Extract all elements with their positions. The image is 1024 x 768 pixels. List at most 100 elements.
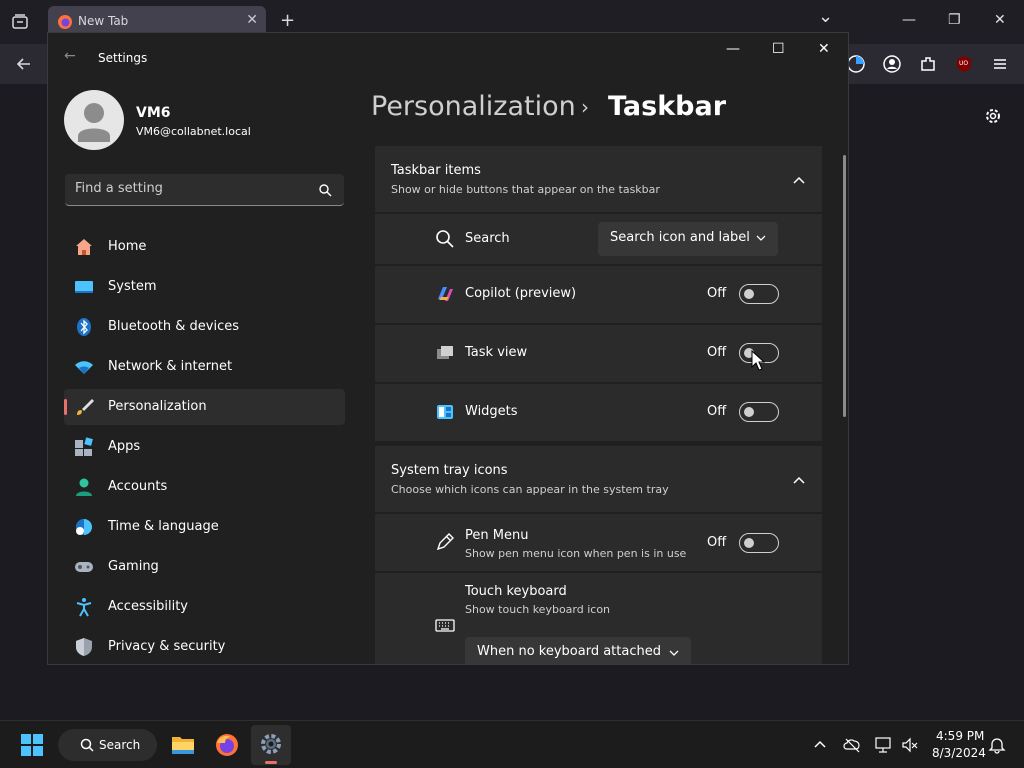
user-name: VM6 — [136, 105, 171, 121]
pen-menu-toggle[interactable] — [739, 533, 779, 553]
search-mode-dropdown[interactable]: Search icon and label — [598, 222, 778, 256]
nav-item-accessibility[interactable]: Accessibility — [64, 589, 345, 625]
firefox-icon — [58, 15, 72, 29]
toggle-knob — [744, 538, 754, 548]
nav-label: Time & language — [108, 519, 219, 534]
search-icon — [436, 230, 454, 248]
row-label: Task view — [465, 345, 528, 360]
browser-maximize-button[interactable]: ❐ — [948, 12, 961, 28]
wifi-icon — [75, 361, 93, 374]
clock-date[interactable]: 8/3/2024 — [932, 746, 986, 760]
apps-icon — [75, 437, 93, 456]
dropdown-value: When no keyboard attached — [477, 644, 661, 659]
toggle-state-label: Off — [707, 535, 727, 550]
row-sublabel: Show pen menu icon when pen is in use — [465, 547, 687, 560]
chevron-up-icon — [793, 176, 805, 184]
nav-label: System — [108, 279, 157, 294]
nav-label: Accounts — [108, 479, 168, 494]
clock-time[interactable]: 4:59 PM — [936, 729, 984, 743]
color-circle-icon[interactable] — [846, 54, 866, 74]
taskbar-app-settings[interactable] — [251, 725, 291, 765]
gear-icon[interactable] — [984, 107, 1002, 125]
windows-start-icon[interactable] — [20, 733, 44, 757]
toggle-state-label: Off — [707, 345, 727, 360]
file-explorer-icon — [172, 737, 194, 754]
taskbar-search-button[interactable]: Search — [58, 729, 157, 761]
menu-icon[interactable] — [990, 54, 1010, 74]
nav-label: Bluetooth & devices — [108, 319, 239, 334]
nav-item-accounts[interactable]: Accounts — [64, 469, 345, 505]
search-row: Search Search icon and label — [375, 214, 822, 264]
section-title: Taskbar items — [391, 163, 481, 178]
toggle-knob — [744, 407, 754, 417]
bluetooth-icon — [77, 318, 91, 336]
nav-item-home[interactable]: Home — [64, 229, 345, 265]
list-all-tabs-button[interactable]: ⌄ — [818, 6, 833, 27]
nav-item-personalization[interactable]: Personalization — [64, 389, 345, 425]
system-tray-header[interactable]: System tray icons Choose which icons can… — [375, 446, 822, 512]
nav-label: Home — [108, 239, 147, 254]
row-label: Copilot (preview) — [465, 286, 577, 301]
settings-close-button[interactable]: ✕ — [818, 41, 830, 57]
nav-label: Apps — [108, 439, 141, 454]
breadcrumb-parent[interactable]: Personalization — [371, 91, 576, 122]
tabs-icon[interactable] — [11, 13, 29, 31]
brush-icon — [77, 399, 94, 415]
settings-minimize-button[interactable]: — — [726, 41, 740, 57]
pen-menu-row: Pen Menu Show pen menu icon when pen is … — [375, 514, 822, 571]
taskbar-search-label: Search — [99, 738, 141, 752]
ublock-icon[interactable]: UO — [954, 54, 974, 74]
browser-close-button[interactable]: ✕ — [994, 12, 1006, 28]
row-sublabel: Show touch keyboard icon — [465, 603, 611, 616]
settings-search-box[interactable] — [65, 174, 344, 206]
widgets-toggle[interactable] — [739, 402, 779, 422]
nav-label: Personalization — [108, 399, 207, 414]
browser-minimize-button[interactable]: — — [902, 12, 916, 28]
account-icon[interactable] — [882, 54, 902, 74]
windows-taskbar: Search 4:59 PM 8/3/2024 — [0, 720, 1024, 768]
new-tab-button[interactable]: + — [280, 10, 295, 31]
volume-muted-icon[interactable] — [901, 736, 919, 754]
taskbar-items-header[interactable]: Taskbar items Show or hide buttons that … — [375, 146, 822, 212]
system-icon — [75, 281, 93, 293]
nav-item-gaming[interactable]: Gaming — [64, 549, 345, 585]
row-label: Pen Menu — [465, 528, 529, 543]
settings-search-input[interactable] — [75, 181, 305, 196]
back-icon[interactable] — [14, 54, 34, 74]
tab-close-icon[interactable]: ✕ — [246, 12, 258, 28]
nav-item-privacy[interactable]: Privacy & security — [64, 629, 345, 664]
toggle-state-label: Off — [707, 286, 727, 301]
nav-item-time-language[interactable]: Time & language — [64, 509, 345, 545]
chevron-down-icon — [756, 235, 766, 241]
nav-item-network[interactable]: Network & internet — [64, 349, 345, 385]
settings-maximize-button[interactable]: ☐ — [772, 41, 785, 57]
settings-window-title: Settings — [98, 51, 148, 65]
touch-keyboard-dropdown[interactable]: When no keyboard attached — [465, 637, 691, 664]
task-view-icon — [437, 346, 453, 359]
avatar[interactable] — [64, 90, 124, 150]
settings-back-button[interactable]: ← — [64, 48, 76, 64]
copilot-row: Copilot (preview) Off — [375, 266, 822, 323]
keyboard-icon — [435, 619, 455, 632]
onedrive-offline-icon[interactable] — [843, 736, 861, 754]
chevron-down-icon — [669, 650, 679, 656]
settings-scrollbar[interactable] — [843, 155, 846, 417]
mouse-cursor-icon — [751, 350, 765, 371]
notification-bell-icon[interactable] — [988, 736, 1006, 754]
row-label: Touch keyboard — [465, 584, 567, 599]
nav-label: Accessibility — [108, 599, 188, 614]
nav-item-system[interactable]: System — [64, 269, 345, 305]
taskbar-app-file-explorer[interactable] — [163, 725, 203, 765]
extensions-icon[interactable] — [918, 54, 938, 74]
section-subtitle: Choose which icons can appear in the sys… — [391, 483, 669, 496]
nav-item-apps[interactable]: Apps — [64, 429, 345, 465]
taskbar-app-firefox[interactable] — [207, 725, 247, 765]
ublock-badge: UO — [959, 60, 969, 67]
display-network-icon[interactable] — [875, 736, 893, 754]
nav-label: Gaming — [108, 559, 159, 574]
copilot-toggle[interactable] — [739, 284, 779, 304]
firefox-icon — [216, 734, 238, 756]
nav-item-bluetooth[interactable]: Bluetooth & devices — [64, 309, 345, 345]
copilot-icon — [438, 287, 453, 301]
chevron-up-icon[interactable] — [811, 736, 829, 754]
